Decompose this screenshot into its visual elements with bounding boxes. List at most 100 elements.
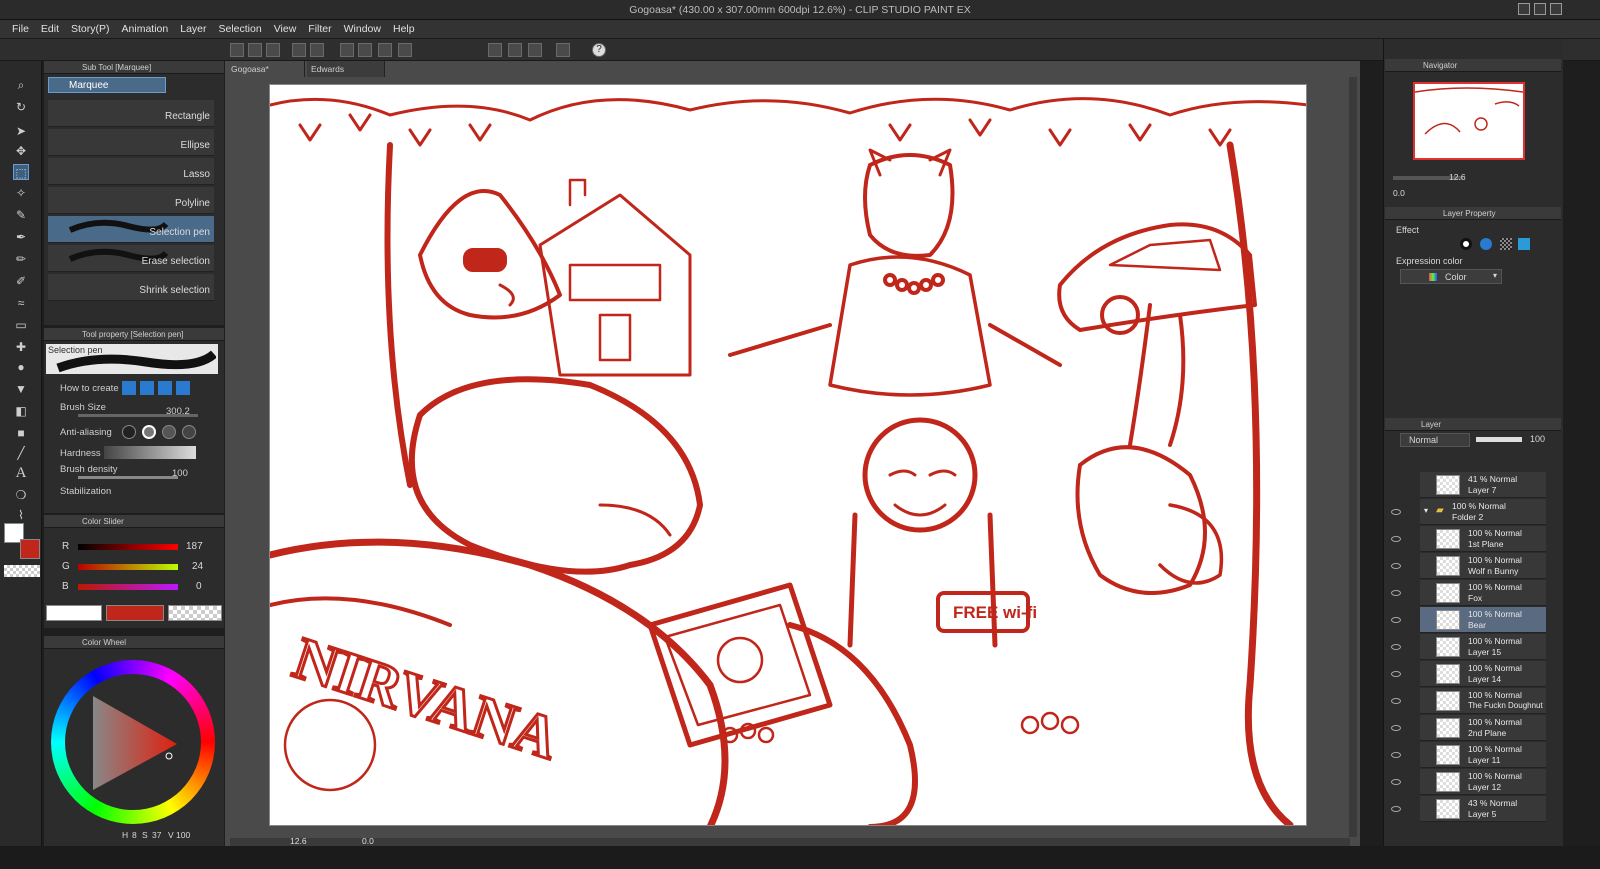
- brush-density-row[interactable]: Brush density 100: [48, 464, 218, 482]
- aa-medium-icon[interactable]: [162, 425, 176, 439]
- brush-size-row[interactable]: Brush Size 300.2: [48, 402, 218, 420]
- menu-filter[interactable]: Filter: [302, 23, 337, 35]
- layer-item[interactable]: 100 % Normal Fox: [1420, 580, 1546, 606]
- hue-ring[interactable]: [51, 660, 215, 824]
- menu-help[interactable]: Help: [387, 23, 421, 35]
- pencil-tool-icon[interactable]: ✏: [13, 251, 29, 267]
- effect-tone-icon[interactable]: [1500, 238, 1512, 250]
- visibility-eye-icon[interactable]: [1391, 617, 1401, 623]
- folder-expand-icon[interactable]: ▾: [1424, 506, 1428, 515]
- menu-view[interactable]: View: [268, 23, 303, 35]
- zoom-tool-icon[interactable]: ⌕: [13, 77, 29, 93]
- brush-tool-icon[interactable]: ✐: [13, 273, 29, 289]
- navigator-zoom-row[interactable]: 12.6: [1389, 172, 1559, 184]
- drawing-canvas[interactable]: FREE wi-fi NIRVANA: [269, 84, 1307, 826]
- settings-dropdown-icon[interactable]: [556, 43, 570, 57]
- subtool-shrink-selection[interactable]: Shrink selection: [48, 274, 214, 301]
- r-slider-row[interactable]: R 187: [62, 540, 222, 554]
- vertical-scrollbar[interactable]: [1349, 77, 1357, 837]
- layer-item[interactable]: 100 % Normal 2nd Plane: [1420, 715, 1546, 741]
- snap-grid-icon[interactable]: [528, 43, 542, 57]
- rotate-tool-icon[interactable]: ↻: [13, 99, 29, 115]
- stabilization-row[interactable]: Stabilization: [48, 486, 218, 496]
- aa-weak-icon[interactable]: [142, 425, 156, 439]
- eraser-tool-icon[interactable]: ▭: [13, 317, 29, 333]
- layer-item-selected[interactable]: 100 % Normal Bear: [1420, 607, 1546, 633]
- visibility-eye-icon[interactable]: [1391, 563, 1401, 569]
- snap-ruler-icon[interactable]: [488, 43, 502, 57]
- gradient-tool-icon[interactable]: ◧: [13, 403, 29, 419]
- doc-tab-gogoasa[interactable]: Gogoasa*: [227, 61, 305, 77]
- open-file-icon[interactable]: [248, 43, 262, 57]
- layer-item[interactable]: 100 % Normal Layer 12: [1420, 769, 1546, 795]
- aa-strong-icon[interactable]: [182, 425, 196, 439]
- sub-color-chip[interactable]: [106, 605, 164, 621]
- main-color-chip[interactable]: [46, 605, 102, 621]
- menu-file[interactable]: File: [6, 23, 35, 35]
- transform-icon[interactable]: [398, 43, 412, 57]
- menu-selection[interactable]: Selection: [213, 23, 268, 35]
- subtool-rectangle[interactable]: Rectangle: [48, 100, 214, 127]
- snap-special-ruler-icon[interactable]: [508, 43, 522, 57]
- layer-folder[interactable]: ▾ ▰ 100 % Normal Folder 2: [1420, 499, 1546, 525]
- menu-layer[interactable]: Layer: [174, 23, 212, 35]
- deselect-icon[interactable]: [340, 43, 354, 57]
- correct-line-tool-icon[interactable]: ⌇: [13, 507, 29, 523]
- horizontal-scrollbar[interactable]: 12.6 0.0: [230, 836, 1350, 846]
- decoration-tool-icon[interactable]: ✚: [13, 339, 29, 355]
- selection-tool-icon[interactable]: ⬚: [13, 164, 29, 180]
- layer-item[interactable]: 100 % Normal Layer 11: [1420, 742, 1546, 768]
- navigator-rotate-row[interactable]: 0.0: [1389, 188, 1559, 200]
- select-all-icon[interactable]: [358, 43, 372, 57]
- airbrush-tool-icon[interactable]: ≈: [13, 295, 29, 311]
- visibility-eye-icon[interactable]: [1391, 752, 1401, 758]
- brush-density-slider[interactable]: [78, 476, 178, 479]
- save-icon[interactable]: [266, 43, 280, 57]
- r-slider[interactable]: [78, 544, 178, 550]
- saturation-value-triangle[interactable]: [51, 660, 215, 824]
- layer-item[interactable]: 100 % Normal Layer 14: [1420, 661, 1546, 687]
- visibility-eye-icon[interactable]: [1391, 725, 1401, 731]
- visibility-eye-icon[interactable]: [1391, 806, 1401, 812]
- g-slider[interactable]: [78, 564, 178, 570]
- g-slider-row[interactable]: G 24: [62, 560, 222, 574]
- visibility-eye-icon[interactable]: [1391, 644, 1401, 650]
- effect-layer-color-icon[interactable]: [1480, 238, 1492, 250]
- subtool-polyline[interactable]: Polyline: [48, 187, 214, 214]
- minimize-button[interactable]: [1518, 3, 1530, 15]
- intersect-selection-icon[interactable]: [176, 381, 190, 395]
- visibility-eye-icon[interactable]: [1391, 698, 1401, 704]
- menu-window[interactable]: Window: [338, 23, 387, 35]
- sub-color-swatch[interactable]: [20, 539, 40, 559]
- add-selection-icon[interactable]: [140, 381, 154, 395]
- maximize-button[interactable]: [1534, 3, 1546, 15]
- antialiasing-row[interactable]: Anti-aliasing: [48, 425, 218, 443]
- line-tool-icon[interactable]: ╱: [13, 445, 29, 461]
- pen-tool-icon[interactable]: ✒: [13, 229, 29, 245]
- blend-tool-icon[interactable]: ●: [13, 359, 29, 375]
- transparent-color-swatch[interactable]: [4, 565, 40, 577]
- navigator-preview[interactable]: [1413, 82, 1525, 160]
- transparent-color-chip[interactable]: [168, 605, 222, 621]
- undo-icon[interactable]: [292, 43, 306, 57]
- expression-color-select[interactable]: Color ▾: [1400, 269, 1502, 284]
- layer-item[interactable]: 100 % Normal 1st Plane: [1420, 526, 1546, 552]
- menu-story[interactable]: Story(P): [65, 23, 116, 35]
- layer-item[interactable]: 100 % Normal The Fuckn Doughnut: [1420, 688, 1546, 714]
- layer-item[interactable]: 43 % Normal Layer 5: [1420, 796, 1546, 822]
- redo-icon[interactable]: [310, 43, 324, 57]
- effect-extract-line-icon[interactable]: [1518, 238, 1530, 250]
- auto-select-tool-icon[interactable]: ✧: [13, 185, 29, 201]
- visibility-eye-icon[interactable]: [1391, 536, 1401, 542]
- hardness-row[interactable]: Hardness: [48, 446, 218, 464]
- effect-border-icon[interactable]: [1460, 238, 1472, 250]
- visibility-eye-icon[interactable]: [1391, 590, 1401, 596]
- layer-item[interactable]: 100 % Normal Layer 15: [1420, 634, 1546, 660]
- new-file-icon[interactable]: [230, 43, 244, 57]
- layer-item[interactable]: 41 % Normal Layer 7: [1420, 472, 1546, 498]
- subtract-selection-icon[interactable]: [158, 381, 172, 395]
- subtool-selection-pen[interactable]: Selection pen: [48, 216, 214, 243]
- menu-animation[interactable]: Animation: [116, 23, 175, 35]
- doc-tab-edwards[interactable]: Edwards: [307, 61, 385, 77]
- menu-edit[interactable]: Edit: [35, 23, 65, 35]
